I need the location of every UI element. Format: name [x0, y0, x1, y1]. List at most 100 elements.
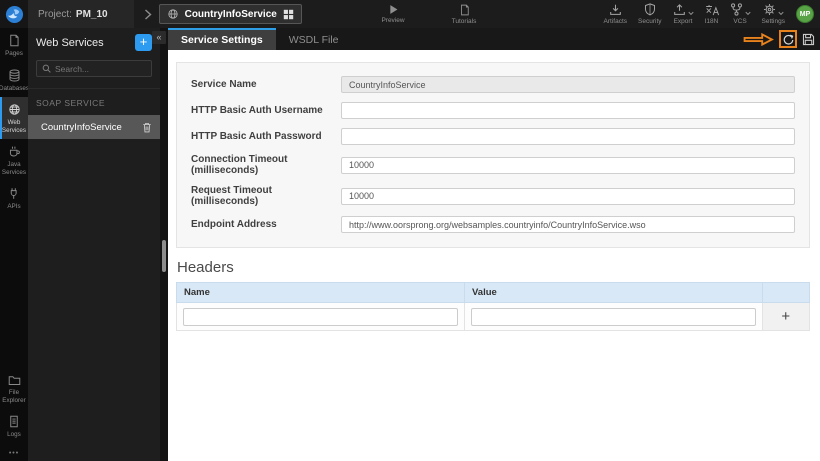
- panel-scrollbar[interactable]: [162, 240, 166, 272]
- translate-icon: [705, 4, 719, 16]
- export-label: Export: [673, 17, 693, 25]
- vcs-label: VCS: [733, 18, 747, 25]
- export-button[interactable]: Export: [673, 3, 694, 25]
- header-value-cell: [464, 302, 763, 331]
- i18n-label: I18N: [704, 17, 719, 25]
- breadcrumb-chevron-icon: [144, 8, 152, 20]
- play-icon: [388, 4, 399, 15]
- add-service-button[interactable]: +: [135, 34, 152, 51]
- security-button[interactable]: Security: [638, 3, 662, 25]
- shield-icon: [644, 3, 656, 16]
- folder-icon: [8, 374, 21, 386]
- save-icon: [802, 33, 815, 46]
- left-nav-rail: Pages Databases Web Services Java Servic…: [0, 28, 30, 461]
- app-window: Project: PM_10 CountryInfoService Previe…: [0, 0, 820, 461]
- app-logo[interactable]: [0, 0, 28, 28]
- add-header-button[interactable]: +: [761, 302, 810, 331]
- sidebar-item-file-explorer[interactable]: File Explorer: [0, 368, 28, 409]
- tab-controls: [743, 28, 815, 50]
- service-list-item[interactable]: CountryInfoService: [28, 115, 160, 139]
- tutorials-button[interactable]: Tutorials: [440, 0, 488, 28]
- sidebar-item-web-services[interactable]: Web Services: [0, 97, 28, 140]
- headers-title: Headers: [177, 259, 234, 276]
- api-icon: [8, 187, 21, 200]
- upload-icon: [673, 3, 686, 16]
- sidebar-item-logs[interactable]: Logs: [0, 409, 28, 444]
- wavemaker-logo-icon: [5, 5, 24, 24]
- download-icon: [609, 4, 622, 16]
- header-name-input[interactable]: [183, 308, 458, 326]
- globe-icon: [167, 8, 179, 20]
- preview-button[interactable]: Preview: [372, 0, 414, 28]
- delete-service-button[interactable]: [142, 122, 152, 133]
- project-breadcrumb[interactable]: Project: PM_10: [28, 0, 134, 28]
- endpoint-address-input[interactable]: [341, 216, 795, 233]
- soap-service-section-label: SOAP SERVICE: [28, 88, 160, 115]
- sidebar-label-java-services: Java Services: [1, 161, 27, 176]
- artifacts-button[interactable]: Artifacts: [604, 4, 627, 25]
- reload-icon: [783, 34, 794, 45]
- topbar: Project: PM_10 CountryInfoService Previe…: [0, 0, 820, 28]
- service-settings-content: Service Name HTTP Basic Auth Username HT…: [168, 50, 820, 331]
- sidebar-item-java-services[interactable]: Java Services: [0, 139, 28, 181]
- field-label: Endpoint Address: [191, 219, 277, 230]
- connection-timeout-input[interactable]: [341, 156, 795, 174]
- field-label: HTTP Basic Auth Username: [191, 105, 323, 116]
- globe-icon: [8, 103, 21, 116]
- sidebar-label-pages: Pages: [5, 50, 23, 57]
- field-row: Connection Timeout (milliseconds): [191, 154, 795, 176]
- sidebar-label-apis: APIs: [7, 203, 21, 211]
- panel-title: Web Services: [36, 36, 104, 49]
- basic-auth-username-input[interactable]: [341, 102, 795, 119]
- caret-down-icon: [687, 11, 694, 16]
- column-header-actions: [761, 282, 810, 303]
- coffee-icon: [8, 145, 21, 158]
- service-title: CountryInfoService: [184, 8, 277, 20]
- save-service-button[interactable]: [802, 33, 815, 46]
- page-icon: [8, 34, 20, 47]
- field-label: HTTP Basic Auth Password: [191, 131, 322, 142]
- grid-icon: [283, 9, 294, 20]
- sidebar-item-databases[interactable]: Databases: [0, 63, 30, 98]
- settings-label: Settings: [761, 18, 786, 25]
- vcs-button[interactable]: VCS: [730, 3, 751, 25]
- sidebar-item-pages[interactable]: Pages: [0, 28, 28, 63]
- sidebar-label-file-explorer: File Explorer: [2, 389, 26, 404]
- i18n-button[interactable]: I18N: [705, 4, 719, 25]
- header-row: +: [176, 302, 810, 331]
- sidebar-label-databases: Databases: [0, 84, 30, 92]
- avatar[interactable]: MP: [796, 5, 814, 23]
- basic-auth-password-input[interactable]: [341, 128, 795, 145]
- search-input[interactable]: [55, 63, 146, 74]
- project-name: PM_10: [75, 8, 108, 20]
- collapse-panel-button[interactable]: «: [152, 31, 166, 44]
- settings-button[interactable]: Settings: [761, 3, 786, 25]
- panel-header: Web Services +: [28, 31, 160, 54]
- reload-service-button[interactable]: [779, 30, 797, 48]
- service-item-label: CountryInfoService: [41, 121, 122, 133]
- caret-down-icon: [778, 11, 784, 16]
- tab-wsdl-file[interactable]: WSDL File: [276, 28, 352, 50]
- field-label: Request Timeout (milliseconds): [191, 185, 272, 207]
- artifacts-label: Artifacts: [603, 17, 628, 25]
- header-name-cell: [176, 302, 465, 331]
- sidebar-item-apis[interactable]: APIs: [0, 181, 28, 216]
- service-name-input: [341, 76, 795, 93]
- project-label: Project:: [38, 8, 72, 20]
- sidebar-label-logs: Logs: [7, 431, 21, 439]
- tab-service-settings[interactable]: Service Settings: [168, 28, 276, 50]
- preview-label: Preview: [381, 17, 405, 24]
- sidebar-more-button[interactable]: •••: [0, 444, 28, 461]
- log-icon: [8, 415, 20, 428]
- branch-icon: [730, 3, 743, 16]
- tab-bar: Service Settings WSDL File: [168, 28, 820, 50]
- security-label: Security: [638, 18, 662, 25]
- field-row: Service Name: [191, 76, 795, 93]
- header-value-input[interactable]: [471, 308, 756, 326]
- request-timeout-input[interactable]: [341, 187, 795, 205]
- active-service-pill[interactable]: CountryInfoService: [158, 4, 302, 24]
- tutorials-doc-icon: [459, 4, 470, 16]
- service-search[interactable]: [36, 60, 152, 77]
- service-settings-form: Service Name HTTP Basic Auth Username HT…: [176, 62, 810, 248]
- gear-icon: [763, 3, 776, 16]
